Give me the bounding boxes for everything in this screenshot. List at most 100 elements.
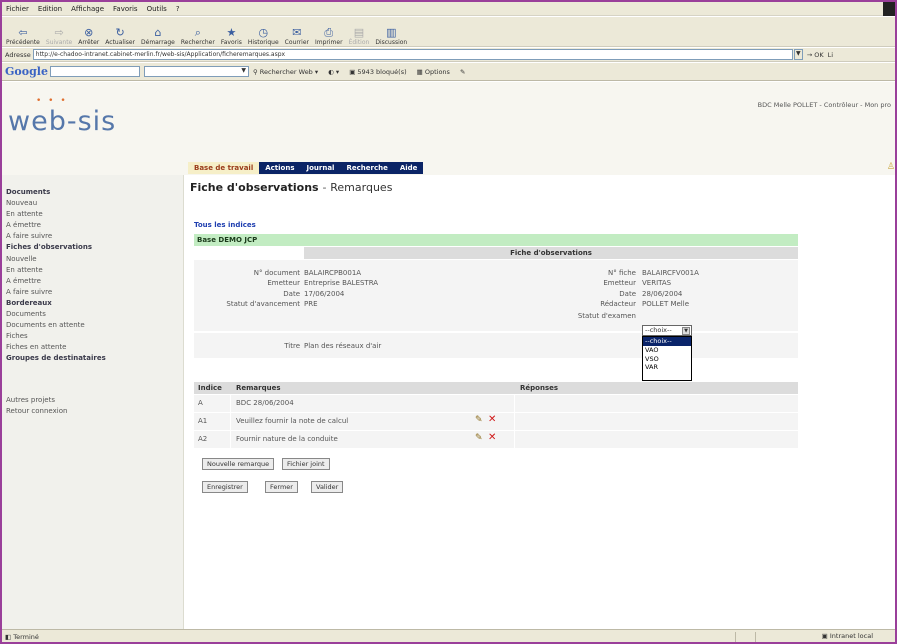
sidebar-item-a-emettre[interactable]: A émettre (2, 220, 183, 231)
sidebar-heading-fiches: Fiches d'observations (6, 243, 92, 252)
sidebar-item-bordereaux-fiches[interactable]: Fiches (2, 331, 183, 342)
validate-button[interactable]: Valider (311, 481, 344, 493)
nav-journal[interactable]: Journal (301, 162, 341, 174)
chevron-down-icon[interactable]: ▼ (682, 327, 690, 335)
menu-favoris[interactable]: Favoris (113, 5, 138, 13)
row-remarque: BDC 28/06/2004 (236, 399, 294, 407)
pencil-icon[interactable]: ✎ (475, 433, 483, 443)
home-button[interactable]: ⌂ Démarrage (141, 18, 175, 47)
sidebar-item-documents-en-attente[interactable]: Documents en attente (2, 320, 183, 331)
doc-date-value: 17/06/2004 (304, 289, 345, 298)
forward-button[interactable]: ⇨ Suivante (46, 18, 72, 47)
links-button[interactable]: Li (828, 51, 833, 59)
sidebar-heading-documents: Documents (6, 188, 51, 196)
google-options-button[interactable]: ▦ Options (417, 68, 450, 76)
print-button[interactable]: ⎙ Imprimer (315, 18, 343, 47)
favorites-button[interactable]: ★ Favoris (221, 18, 242, 47)
web-sis-logo: web-sis (8, 106, 117, 137)
mail-button[interactable]: ✉ Courrier (285, 18, 309, 47)
sidebar-item-fiches-a-emettre[interactable]: A émettre (2, 276, 183, 287)
google-search-input[interactable] (49, 66, 140, 77)
attach-file-button[interactable]: Fichier joint (282, 458, 330, 470)
chevron-down-icon[interactable]: ▼ (793, 49, 803, 60)
pencil-icon[interactable]: ✎ (475, 415, 483, 425)
stop-button[interactable]: ⊗ Arrêter (78, 18, 99, 47)
user-icon[interactable]: ♙ (887, 162, 895, 172)
nav-actions[interactable]: Actions (259, 162, 300, 174)
sidebar-item-fiches-a-faire-suivre[interactable]: A faire suivre (2, 287, 183, 298)
emitter-value: Entreprise BALESTRA (304, 279, 379, 288)
exam-status-select[interactable]: --choix-- ▼ (642, 325, 692, 336)
fiche-number-label: N° fiche (608, 269, 636, 277)
user-info: BDC Melle POLLET - Contrôleur - Mon pro (757, 101, 891, 109)
address-input[interactable]: http://e-chadoo-intranet.cabinet-merlin.… (32, 49, 793, 60)
exam-option-choix[interactable]: --choix-- (643, 337, 691, 346)
row-remarque: Veuillez fournir la note de calcul (236, 417, 349, 425)
fiche-date-value: 28/06/2004 (642, 289, 683, 298)
progress-status-value: PRE (304, 299, 318, 308)
google-logo[interactable]: Google (5, 65, 48, 78)
sidebar-item-en-attente[interactable]: En attente (2, 209, 183, 220)
sidebar: Documents Nouveau En attente A émettre A… (2, 175, 184, 629)
google-pagerank-icon[interactable]: ◐ ▾ (328, 68, 339, 76)
main-nav: Base de travail Actions Journal Recherch… (188, 162, 424, 174)
sidebar-item-fiches-en-attente[interactable]: En attente (2, 265, 183, 276)
menu-edition[interactable]: Edition (38, 5, 62, 13)
menu-affichage[interactable]: Affichage (71, 5, 104, 13)
sidebar-item-a-faire-suivre[interactable]: A faire suivre (2, 231, 183, 242)
exam-option-vao[interactable]: VAO (643, 346, 691, 355)
close-button[interactable]: Fermer (265, 481, 298, 493)
sidebar-item-bordereaux-documents[interactable]: Documents (2, 309, 183, 320)
sidebar-item-bordereaux-fiches-en-attente[interactable]: Fiches en attente (2, 342, 183, 353)
sidebar-item-nouveau[interactable]: Nouveau (2, 198, 183, 209)
search-button[interactable]: ⌕ Rechercher (181, 18, 215, 47)
delete-icon[interactable]: ✕ (488, 432, 496, 443)
exam-option-vso[interactable]: VSO (643, 355, 691, 364)
main-content: Fiche d'observations - Remarques Tous le… (190, 175, 895, 629)
save-button[interactable]: Enregistrer (202, 481, 248, 493)
google-popup-blocked-button[interactable]: ▣ 5943 bloqué(s) (349, 68, 406, 76)
refresh-button[interactable]: ↻ Actualiser (105, 18, 135, 47)
col-reponses: Réponses (520, 384, 559, 392)
sidebar-heading-bordereaux: Bordereaux (6, 298, 52, 307)
discuss-button[interactable]: ▥ Discussion (375, 18, 407, 47)
remarks-table-header: Indice Remarques Réponses (194, 382, 798, 394)
sidebar-link-autres-projets[interactable]: Autres projets (2, 395, 183, 406)
sidebar-link-retour-connexion[interactable]: Retour connexion (2, 406, 183, 417)
edit-button[interactable]: ▤ Édition (349, 18, 370, 47)
search-icon: ⌕ (194, 26, 201, 39)
cell-divider (514, 413, 515, 430)
go-button[interactable]: → OK (807, 51, 824, 59)
mail-icon: ✉ (292, 26, 302, 39)
sidebar-heading-groupes[interactable]: Groupes de destinataires (2, 353, 183, 364)
home-icon: ⌂ (154, 26, 162, 39)
fiche-emitter-label: Emetteur (603, 279, 636, 288)
highlight-icon[interactable]: ✎ (460, 68, 465, 76)
intranet-icon: ▣ (821, 632, 828, 640)
back-button[interactable]: ⇦ Précédente (6, 18, 40, 47)
browser-window: Fichier Edition Affichage Favoris Outils… (0, 0, 897, 644)
sidebar-item-nouvelle[interactable]: Nouvelle (2, 254, 183, 265)
exam-option-var[interactable]: VAR (643, 363, 691, 372)
nav-base-de-travail[interactable]: Base de travail (188, 162, 260, 174)
exam-status-label: Statut d'examen (577, 312, 636, 320)
emitter-label: Emetteur (267, 279, 300, 288)
google-search-dropdown[interactable]: ▼ (143, 66, 249, 77)
menu-help[interactable]: ? (176, 5, 180, 13)
fiche-date-label: Date (619, 289, 636, 298)
new-remark-button[interactable]: Nouvelle remarque (202, 458, 275, 470)
all-indices-link[interactable]: Tous les indices (194, 221, 256, 229)
cell-divider (230, 431, 231, 448)
history-button[interactable]: ◷ Historique (248, 18, 279, 47)
menu-outils[interactable]: Outils (147, 5, 167, 13)
browser-toolbar: ⇦ Précédente ⇨ Suivante ⊗ Arrêter ↻ Actualis… (2, 17, 895, 47)
status-cell (735, 632, 755, 642)
google-search-web-button[interactable]: ⚲ Rechercher Web ▾ (253, 68, 318, 76)
nav-recherche[interactable]: Recherche (340, 162, 393, 174)
delete-icon[interactable]: ✕ (488, 414, 496, 425)
address-label: Adresse (5, 50, 31, 59)
nav-aide[interactable]: Aide (394, 162, 424, 174)
forward-arrow-icon: ⇨ (54, 26, 64, 39)
menu-fichier[interactable]: Fichier (6, 5, 29, 13)
table-row: A2 Fournir nature de la conduite ✎ ✕ (194, 431, 798, 448)
